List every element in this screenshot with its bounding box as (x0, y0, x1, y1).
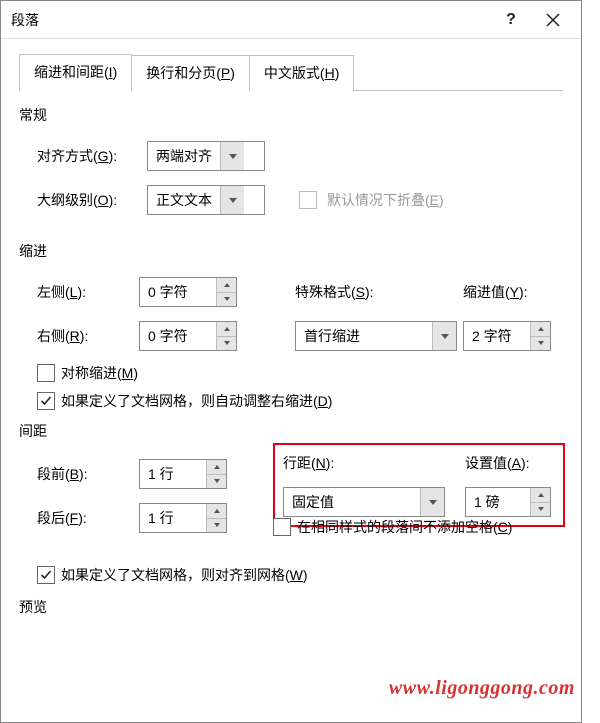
label-line-spacing: 行距(N): (283, 453, 453, 473)
spinner-down[interactable] (207, 475, 226, 489)
tab-indent-spacing[interactable]: 缩进和间距(I) (19, 54, 132, 91)
label-special: 特殊格式(S): (295, 282, 441, 302)
section-general: 常规 (19, 105, 563, 125)
chevron-down-icon (432, 322, 456, 350)
label-by-value: 缩进值(Y): (463, 282, 563, 302)
indent-left-spinner[interactable]: 0 字符 (139, 277, 237, 307)
space-after-spinner[interactable]: 1 行 (139, 503, 227, 533)
spinner-up[interactable] (217, 278, 236, 293)
label-indent-left: 左侧(L): (37, 282, 139, 302)
spinner-down[interactable] (531, 503, 550, 517)
chevron-down-icon (220, 186, 244, 214)
spinner-up[interactable] (531, 322, 550, 337)
label-no-space-same-style: 在相同样式的段落间不添加空格(C) (297, 517, 512, 537)
indent-right-spinner[interactable]: 0 字符 (139, 321, 237, 351)
help-button[interactable]: ? (491, 5, 531, 35)
space-before-spinner[interactable]: 1 行 (139, 459, 227, 489)
no-space-same-style-checkbox[interactable] (273, 518, 291, 536)
label-alignment: 对齐方式(G): (37, 146, 137, 166)
collapsed-default-checkbox (299, 191, 317, 209)
tab-bar: 缩进和间距(I) 换行和分页(P) 中文版式(H) (19, 53, 563, 91)
label-collapsed-default: 默认情况下折叠(E) (327, 190, 444, 210)
alignment-combo[interactable]: 两端对齐 (147, 141, 265, 171)
spinner-down[interactable] (217, 337, 236, 351)
label-auto-adjust-right: 如果定义了文档网格，则自动调整右缩进(D) (61, 391, 332, 411)
chevron-down-icon (420, 488, 444, 516)
tab-line-page-breaks[interactable]: 换行和分页(P) (131, 55, 250, 91)
indent-by-spinner[interactable]: 2 字符 (463, 321, 551, 351)
close-button[interactable] (531, 5, 575, 35)
highlight-box: 行距(N): 设置值(A): 固定值 1 磅 (273, 443, 565, 527)
label-indent-right: 右侧(R): (37, 326, 139, 346)
label-at: 设置值(A): (465, 453, 555, 473)
outline-level-combo[interactable]: 正文文本 (147, 185, 265, 215)
spinner-down[interactable] (217, 293, 236, 307)
label-mirror-indent: 对称缩进(M) (61, 363, 138, 383)
watermark: www.ligonggong.com (389, 677, 581, 700)
close-icon (546, 13, 560, 27)
spinner-up[interactable] (207, 460, 226, 475)
special-indent-combo[interactable]: 首行缩进 (295, 321, 457, 351)
mirror-indent-checkbox[interactable] (37, 364, 55, 382)
chevron-down-icon (220, 142, 244, 170)
window-title: 段落 (11, 10, 39, 30)
label-space-after: 段后(F): (37, 508, 139, 528)
label-space-before: 段前(B): (37, 464, 139, 484)
line-spacing-at-spinner[interactable]: 1 磅 (465, 487, 551, 517)
tab-chinese-layout[interactable]: 中文版式(H) (249, 55, 354, 91)
spinner-down[interactable] (207, 519, 226, 533)
line-spacing-combo[interactable]: 固定值 (283, 487, 445, 517)
spinner-up[interactable] (207, 504, 226, 519)
section-spacing: 间距 (19, 421, 563, 441)
snap-to-grid-checkbox[interactable] (37, 566, 55, 584)
label-snap-to-grid: 如果定义了文档网格，则对齐到网格(W) (61, 565, 308, 585)
section-indent: 缩进 (19, 241, 563, 261)
spinner-down[interactable] (531, 337, 550, 351)
spinner-up[interactable] (531, 488, 550, 503)
auto-adjust-right-checkbox[interactable] (37, 392, 55, 410)
spinner-up[interactable] (217, 322, 236, 337)
label-outline-level: 大纲级别(O): (37, 190, 137, 210)
section-preview: 预览 (19, 597, 563, 617)
